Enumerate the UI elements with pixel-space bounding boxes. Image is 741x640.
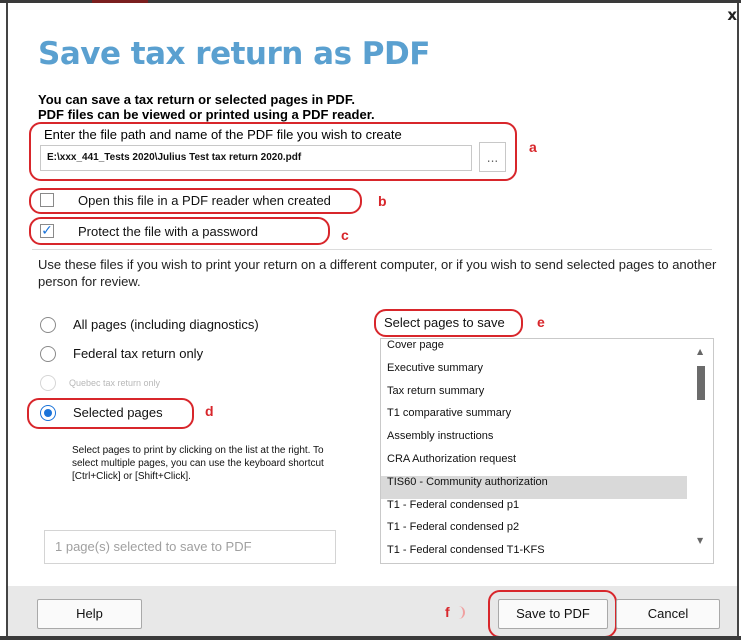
file-path-input[interactable]: E:\xxx_441_Tests 2020\Julius Test tax re…: [40, 145, 472, 171]
list-item[interactable]: T1 - Federal condensed p1: [381, 499, 683, 522]
annotation-letter-c: c: [341, 227, 349, 243]
check-icon: ✓: [41, 223, 53, 239]
selection-summary: 1 page(s) selected to save to PDF: [44, 530, 336, 564]
intro-line-2: PDF files can be viewed or printed using…: [38, 107, 375, 122]
selection-hint: Select pages to print by clicking on the…: [72, 445, 324, 482]
dialog-title: Save tax return as PDF: [38, 36, 430, 72]
browse-button[interactable]: ...: [479, 142, 506, 172]
pages-scrollbar[interactable]: ▲ ▼: [693, 338, 713, 564]
radio-federal-only-label: Federal tax return only: [73, 346, 204, 361]
list-item[interactable]: Cover page: [381, 339, 683, 362]
pages-list-label: Select pages to save: [384, 315, 505, 330]
annotation-letter-d: d: [205, 403, 214, 419]
radio-selected-pages[interactable]: [40, 405, 56, 421]
annotation-letter-a: a: [529, 139, 537, 155]
open-reader-checkbox[interactable]: [40, 193, 54, 207]
list-item[interactable]: T1 - Federal condensed T1-KFS: [381, 544, 683, 563]
radio-quebec-only-label: Quebec tax return only: [69, 378, 161, 388]
radio-selected-pages-label: Selected pages: [73, 405, 163, 420]
radio-all-pages-label: All pages (including diagnostics): [73, 317, 259, 332]
scroll-up-icon[interactable]: ▲: [697, 347, 703, 356]
annotation-letter-f: f: [445, 604, 450, 620]
pages-list[interactable]: Cover page Executive summary Tax return …: [380, 338, 714, 564]
protect-password-checkbox[interactable]: ✓: [40, 224, 54, 238]
list-item-selected[interactable]: TIS60 - Community authorization: [381, 475, 687, 499]
open-reader-label: Open this file in a PDF reader when crea…: [78, 193, 331, 208]
list-item[interactable]: Tax return summary: [381, 385, 683, 408]
radio-all-pages[interactable]: [40, 317, 56, 333]
window-bottom-edge: [0, 636, 741, 640]
divider: [32, 249, 712, 250]
list-item[interactable]: T1 - Federal condensed p2: [381, 521, 683, 544]
annotation-letter-e: e: [537, 314, 545, 330]
scroll-thumb[interactable]: [697, 366, 705, 400]
info-text: Use these files if you wish to print you…: [38, 257, 717, 289]
save-to-pdf-button[interactable]: Save to PDF: [498, 599, 608, 629]
list-item[interactable]: T1 comparative summary: [381, 407, 683, 430]
list-item[interactable]: Executive summary: [381, 362, 683, 385]
radio-federal-only[interactable]: [40, 346, 56, 362]
protect-password-label: Protect the file with a password: [78, 224, 258, 239]
list-item[interactable]: Assembly instructions: [381, 430, 683, 453]
cancel-button[interactable]: Cancel: [616, 599, 720, 629]
intro-line-1: You can save a tax return or selected pa…: [38, 92, 355, 107]
scroll-down-icon[interactable]: ▼: [697, 536, 703, 545]
radio-quebec-only: [40, 375, 56, 391]
annotation-letter-b: b: [378, 193, 387, 209]
list-item[interactable]: CRA Authorization request: [381, 453, 683, 476]
file-path-label: Enter the file path and name of the PDF …: [44, 127, 402, 142]
help-button[interactable]: Help: [37, 599, 142, 629]
close-button[interactable]: x: [727, 6, 737, 24]
